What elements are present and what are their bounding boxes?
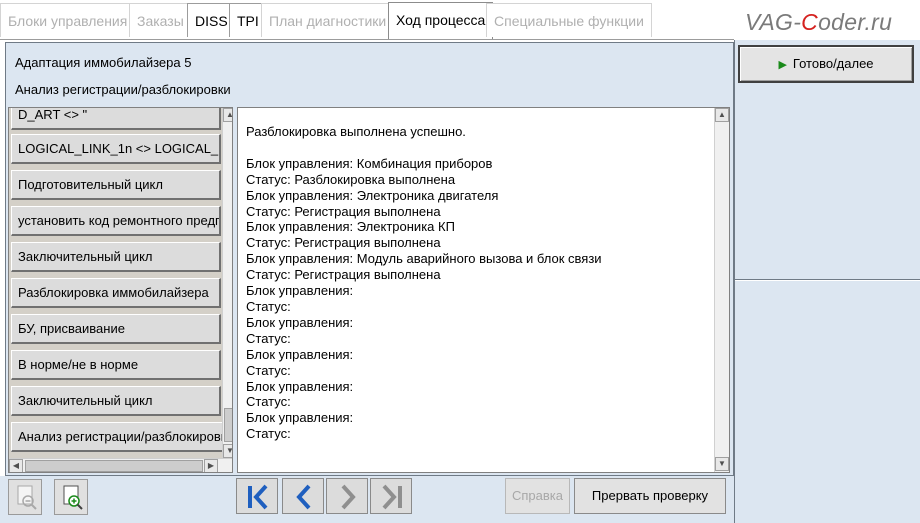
- log-line: Блок управления:: [246, 283, 354, 299]
- play-icon: ▶: [778, 59, 787, 71]
- last-step-button[interactable]: [370, 478, 412, 514]
- scroll-up-icon[interactable]: ▲: [223, 108, 232, 122]
- tab-divider: [0, 39, 734, 40]
- next-step-button[interactable]: [326, 478, 368, 514]
- log-line: Статус:: [246, 330, 291, 346]
- scroll-thumb[interactable]: [224, 408, 232, 442]
- step-item[interactable]: установить код ремонтного предприятия: [11, 206, 221, 236]
- step-item[interactable]: LOGICAL_LINK_1n <> LOGICAL_LINK: [11, 134, 221, 164]
- step-item[interactable]: В норме/не в норме: [11, 350, 221, 380]
- log-line: Блок управления:: [246, 314, 354, 330]
- tab-bar: Блоки управления Заказы DISS TPI План ди…: [0, 0, 920, 40]
- step-item[interactable]: Подготовительный цикл: [11, 170, 221, 200]
- log-vertical-scrollbar[interactable]: ▲ ▼: [714, 108, 729, 472]
- log-line: Статус:: [246, 298, 291, 314]
- log-line: Статус: Регистрация выполнена: [246, 203, 441, 219]
- scroll-thumb[interactable]: [25, 460, 203, 472]
- bottom-toolbar: Справка Прервать проверку: [0, 476, 734, 523]
- log-line: Блок управления:: [246, 410, 354, 426]
- step-item[interactable]: БУ, присваивание: [11, 314, 221, 344]
- action-panel: ▶ Готово/далее: [734, 40, 920, 523]
- skip-last-icon: [382, 484, 402, 510]
- help-button[interactable]: Справка: [505, 478, 570, 514]
- chevron-left-icon: [296, 484, 311, 510]
- tab-control-units[interactable]: Блоки управления: [0, 3, 136, 37]
- scroll-down-icon[interactable]: ▼: [223, 444, 232, 458]
- step-item-current[interactable]: Анализ регистрации/разблокировки: [11, 422, 231, 452]
- tab-diagnostic-plan[interactable]: План диагностики: [261, 3, 395, 37]
- previous-step-button[interactable]: [282, 478, 324, 514]
- process-title: Адаптация иммобилайзера 5: [15, 55, 192, 70]
- scroll-up-icon[interactable]: ▲: [715, 108, 729, 122]
- step-list: D_ART <> " LOGICAL_LINK_1n <> LOGICAL_LI…: [8, 107, 233, 473]
- log-line: Статус: Регистрация выполнена: [246, 235, 441, 251]
- step-item[interactable]: Заключительный цикл: [11, 386, 221, 416]
- zoom-in-icon: [63, 485, 83, 510]
- brand-watermark: VAG-Coder.ru: [745, 9, 893, 35]
- log-line: Статус:: [246, 362, 291, 378]
- step-item[interactable]: D_ART <> ": [11, 108, 221, 130]
- chevron-right-icon: [341, 484, 356, 510]
- scroll-left-icon[interactable]: ◀: [9, 459, 23, 472]
- log-line: Статус: Регистрация выполнена: [246, 267, 441, 283]
- tab-special-functions[interactable]: Специальные функции: [486, 3, 652, 37]
- process-header: Адаптация иммобилайзера 5 Анализ регистр…: [6, 43, 733, 105]
- zoom-out-button[interactable]: [8, 479, 42, 515]
- skip-first-icon: [248, 484, 268, 510]
- log-line: Статус: Разблокировка выполнена: [246, 171, 456, 187]
- tab-orders[interactable]: Заказы: [129, 3, 192, 37]
- tab-process-progress[interactable]: Ход процесса: [388, 2, 494, 39]
- abort-check-button[interactable]: Прервать проверку: [574, 478, 726, 514]
- step-list-vertical-scrollbar[interactable]: ▲ ▼: [222, 108, 232, 458]
- zoom-in-button[interactable]: [54, 479, 88, 515]
- log-line: Блок управления: Электроника двигателя: [246, 187, 499, 203]
- log-line: Разблокировка выполнена успешно.: [246, 124, 466, 139]
- step-list-horizontal-scrollbar[interactable]: ◀ ▶: [9, 458, 232, 472]
- done-next-button[interactable]: ▶ Готово/далее: [738, 45, 914, 83]
- log-line: Блок управления:: [246, 378, 354, 394]
- log-line: Блок управления: Электроника КП: [246, 219, 455, 235]
- step-item[interactable]: Разблокировка иммобилайзера: [11, 278, 221, 308]
- log-line: Блок управления: Модуль аварийного вызов…: [246, 251, 602, 267]
- scroll-right-icon[interactable]: ▶: [204, 459, 218, 472]
- result-log-text: Разблокировка выполнена успешно. Блок уп…: [246, 124, 602, 442]
- step-item[interactable]: Заключительный цикл: [11, 242, 221, 272]
- zoom-out-icon: [17, 485, 37, 510]
- scroll-down-icon[interactable]: ▼: [715, 457, 729, 471]
- first-step-button[interactable]: [236, 478, 278, 514]
- log-line: Блок управления: Комбинация приборов: [246, 155, 493, 171]
- log-line: Статус:: [246, 394, 291, 410]
- log-line: Блок управления:: [246, 346, 354, 362]
- log-line: Статус:: [246, 426, 291, 442]
- process-subtitle: Анализ регистрации/разблокировки: [15, 82, 231, 97]
- result-log: Разблокировка выполнена успешно. Блок уп…: [237, 107, 730, 473]
- process-panel: Адаптация иммобилайзера 5 Анализ регистр…: [5, 42, 734, 476]
